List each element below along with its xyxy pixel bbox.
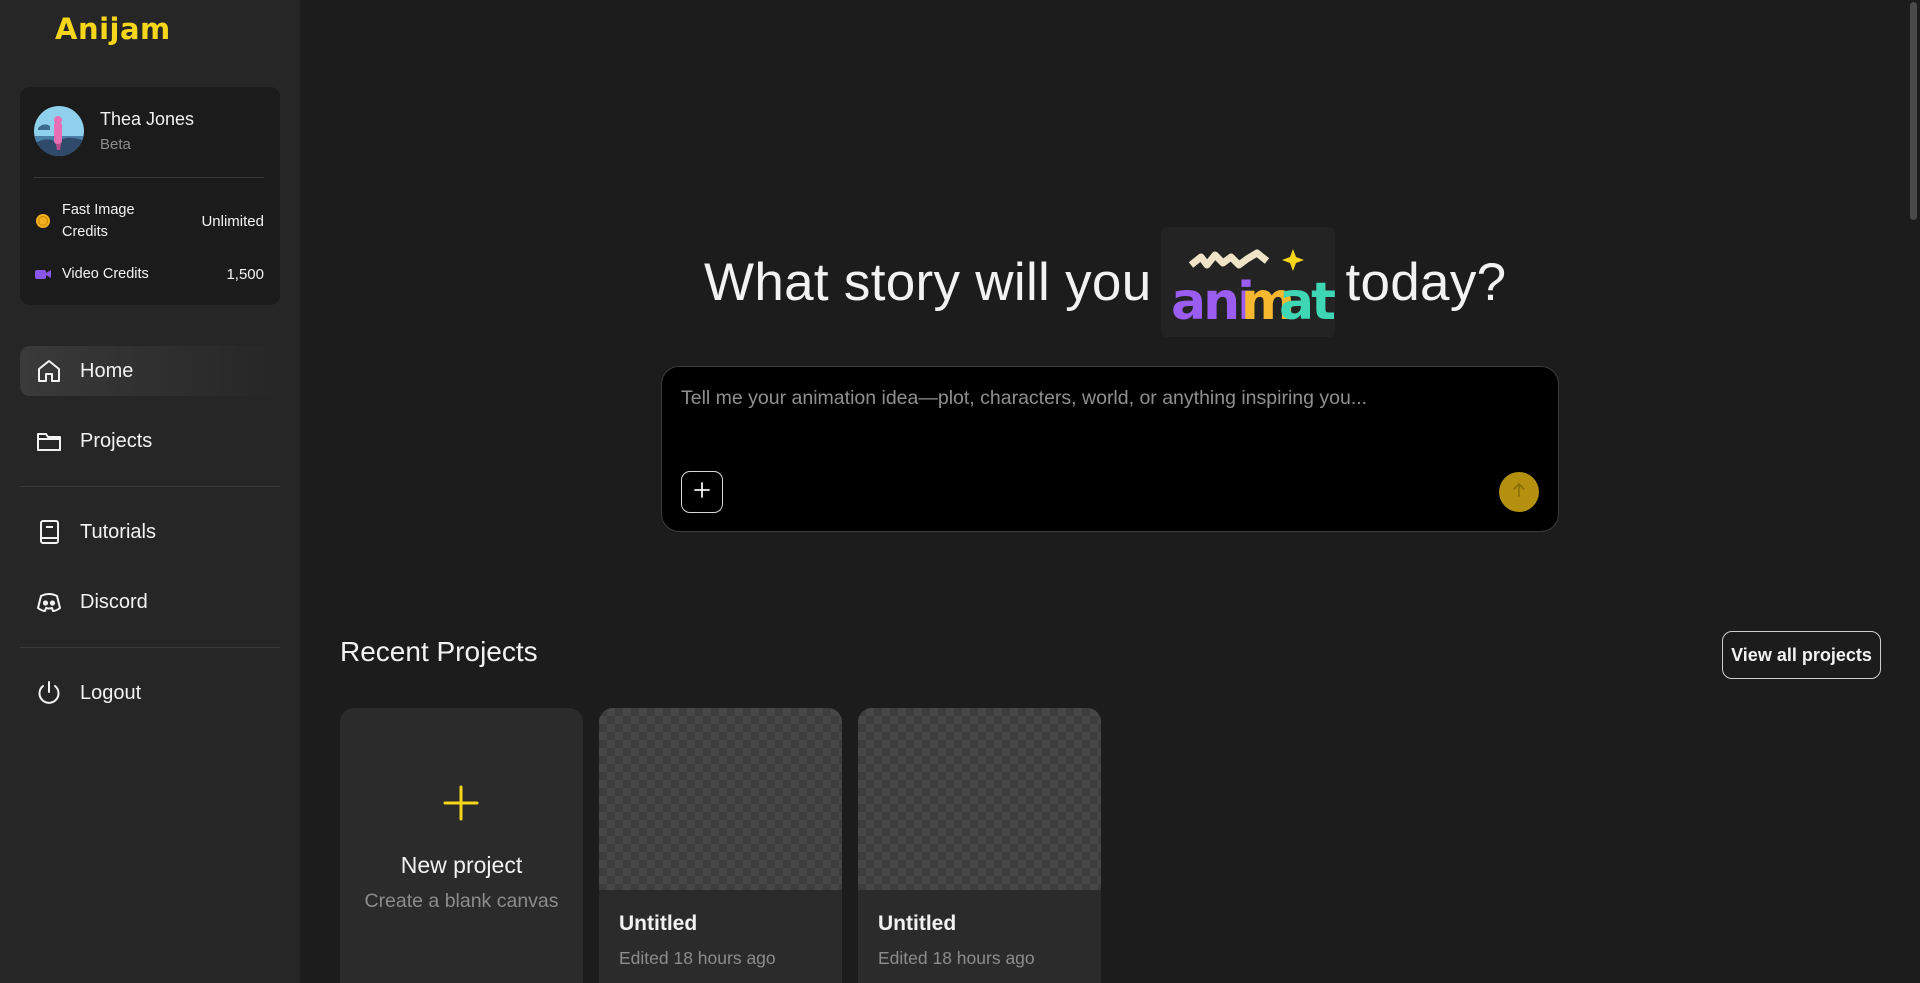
nav-label: Projects bbox=[80, 429, 153, 452]
project-name: Untitled bbox=[619, 912, 698, 935]
hero-headline: What story will you ani m ate today? bbox=[704, 222, 1506, 342]
divider bbox=[34, 177, 264, 178]
nav-label: Discord bbox=[80, 590, 148, 613]
fast-image-credits-row: Fast Image Credits Unlimited bbox=[34, 199, 264, 243]
nav-item-tutorials[interactable]: Tutorials bbox=[20, 507, 280, 557]
user-name: Thea Jones bbox=[100, 109, 195, 129]
svg-text:ani: ani bbox=[1171, 272, 1252, 332]
plus-icon bbox=[442, 784, 480, 822]
power-icon bbox=[34, 678, 64, 708]
project-edited-time: Edited 18 hours ago bbox=[619, 948, 776, 968]
coin-icon bbox=[34, 212, 52, 230]
attach-button[interactable] bbox=[681, 471, 723, 513]
animate-wordmark: ani m ate bbox=[1161, 227, 1369, 337]
discord-icon bbox=[34, 587, 64, 617]
nav-divider bbox=[20, 647, 280, 648]
vertical-scrollbar[interactable] bbox=[1907, 0, 1920, 983]
new-project-subtitle: Create a blank canvas bbox=[364, 890, 559, 912]
project-card[interactable]: Untitled Edited 18 hours ago bbox=[858, 708, 1101, 983]
credit-label: Video Credits bbox=[62, 266, 149, 282]
plus-icon bbox=[693, 481, 711, 504]
nav-item-discord[interactable]: Discord bbox=[20, 577, 280, 627]
nav-label: Home bbox=[80, 359, 134, 382]
user-card: Thea Jones Beta Fast Image Credits Unlim… bbox=[20, 87, 280, 305]
project-name: Untitled bbox=[878, 912, 957, 935]
headline-text-before: What story will you bbox=[704, 252, 1152, 312]
scrollbar-thumb[interactable] bbox=[1910, 2, 1917, 220]
prompt-box bbox=[661, 366, 1559, 532]
book-icon bbox=[34, 517, 64, 547]
arrow-up-icon bbox=[1512, 482, 1526, 503]
recent-projects-title: Recent Projects bbox=[340, 636, 538, 667]
nav-divider bbox=[20, 486, 280, 487]
project-edited-time: Edited 18 hours ago bbox=[878, 948, 1035, 968]
project-thumbnail bbox=[599, 708, 842, 890]
prompt-input[interactable] bbox=[681, 387, 1481, 410]
sidebar: Anijam Thea Jones Beta Fast Image Credit… bbox=[0, 0, 300, 983]
nav-item-logout[interactable]: Logout bbox=[20, 668, 280, 718]
credit-value: Unlimited bbox=[201, 212, 264, 230]
video-camera-icon bbox=[34, 265, 52, 283]
nav-label: Logout bbox=[80, 681, 142, 704]
user-tier: Beta bbox=[100, 136, 131, 153]
new-project-title: New project bbox=[400, 852, 523, 878]
project-thumbnail bbox=[858, 708, 1101, 890]
credit-label: Fast Image Credits bbox=[62, 202, 135, 240]
video-credits-row: Video Credits 1,500 bbox=[34, 263, 264, 285]
app-logo[interactable]: Anijam bbox=[55, 12, 171, 46]
home-icon bbox=[34, 356, 64, 386]
nav-item-projects[interactable]: Projects bbox=[20, 416, 280, 466]
nav-item-home[interactable]: Home bbox=[20, 346, 280, 396]
svg-text:ate: ate bbox=[1279, 272, 1335, 332]
user-avatar[interactable] bbox=[34, 106, 84, 156]
new-project-card[interactable]: New project Create a blank canvas bbox=[340, 708, 583, 983]
headline-text-after: today? bbox=[1345, 252, 1507, 312]
nav-label: Tutorials bbox=[80, 520, 156, 543]
folder-icon bbox=[34, 426, 64, 456]
credit-value: 1,500 bbox=[226, 265, 264, 283]
view-all-projects-button[interactable]: View all projects bbox=[1722, 631, 1881, 679]
send-button[interactable] bbox=[1499, 472, 1539, 512]
project-card[interactable]: Untitled Edited 18 hours ago bbox=[599, 708, 842, 983]
